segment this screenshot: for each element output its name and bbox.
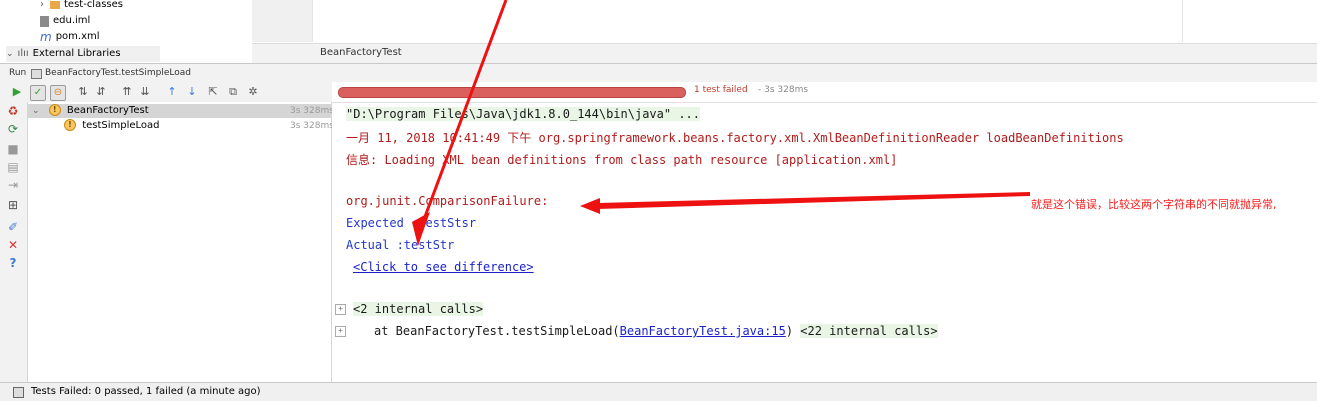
test-runner-toolbar: ▶ ✓ ⊝ ⇅ ⇵ ⇈ ⇊ ↑ ↓ ⇱ ⧉ ✲ (0, 82, 332, 103)
status-bar-text: Tests Failed: 0 passed, 1 failed (a minu… (31, 386, 261, 397)
run-tool-window-header: Run BeanFactoryTest.testSimpleLoad (0, 63, 1317, 83)
close-icon[interactable]: ✕ (6, 238, 20, 252)
exit-icon[interactable]: ⇥ (6, 178, 20, 192)
sort-duration-icon[interactable]: ⇵ (94, 85, 108, 99)
tree-item-pom-xml[interactable]: m pom.xml (40, 29, 100, 45)
test-progress-bar (338, 87, 686, 98)
import-icon[interactable]: ⧉ (226, 85, 240, 99)
editor-right-margin (1182, 0, 1183, 42)
show-passed-icon[interactable]: ✓ (30, 85, 46, 101)
test-progress-row: 1 test failed - 3s 328ms (332, 82, 1317, 103)
sort-alpha-icon[interactable]: ⇅ (76, 85, 90, 99)
source-location-link[interactable]: BeanFactoryTest.java:15 (620, 324, 786, 338)
folder-icon (50, 1, 60, 9)
chevron-right-icon[interactable]: › (40, 0, 44, 13)
chevron-down-icon[interactable]: ⌄ (6, 46, 14, 62)
settings-gear-icon[interactable]: ✲ (246, 85, 260, 99)
collapse-all-icon[interactable]: ⇊ (138, 85, 152, 99)
tree-item-edu-iml[interactable]: edu.iml (40, 13, 90, 29)
project-tree: › test-classes edu.iml m pom.xml ⌄ ılıı … (0, 0, 252, 63)
expand-fold-icon[interactable]: + (335, 326, 346, 337)
maven-icon: m (40, 30, 52, 44)
editor-gutter (252, 0, 313, 42)
expand-all-icon[interactable]: ⇈ (120, 85, 134, 99)
run-config-tab[interactable]: BeanFactoryTest.testSimpleLoad (45, 64, 191, 82)
tool-window-toggle-icon[interactable] (13, 387, 24, 398)
chevron-down-icon[interactable]: ⌄ (32, 106, 40, 116)
toggle-auto-test-icon[interactable]: ⟳ (6, 122, 20, 136)
test-tree-root[interactable]: ⌄ ! BeanFactoryTest (32, 104, 149, 118)
export-icon[interactable]: ⇱ (206, 85, 220, 99)
test-method-label: testSimpleLoad (82, 120, 160, 131)
expand-fold-icon[interactable]: + (335, 304, 346, 315)
console-line-exception: org.junit.ComparisonFailure: (346, 194, 549, 208)
stack-frame-text: at BeanFactoryTest.testSimpleLoad( (374, 324, 620, 338)
stack-internal-calls[interactable]: <22 internal calls> (800, 324, 938, 338)
show-ignored-icon[interactable]: ⊝ (50, 85, 66, 101)
status-bar: Tests Failed: 0 passed, 1 failed (a minu… (0, 382, 1317, 401)
stack-frame-close: ) (785, 324, 794, 338)
tree-item-external-libraries[interactable]: ⌄ ılıı External Libraries (6, 46, 160, 62)
tree-item-test-classes[interactable]: › test-classes (40, 0, 123, 13)
pin-icon[interactable]: ✐ (6, 220, 20, 234)
console-line-actual: Actual :testStr (346, 238, 455, 252)
console-line-command: "D:\Program Files\Java\jdk1.8.0_144\bin\… (346, 107, 701, 121)
tree-item-label: External Libraries (32, 48, 121, 59)
test-warning-icon: ! (48, 104, 61, 116)
console-line-expected: Expected :testStsr (346, 216, 477, 230)
rerun-icon[interactable]: ▶ (10, 85, 24, 99)
tree-item-label: edu.iml (53, 15, 91, 26)
test-status-time: - 3s 328ms (758, 85, 809, 95)
console-line-internal-calls[interactable]: <2 internal calls> (353, 302, 484, 316)
test-tree-method[interactable]: ! testSimpleLoad (64, 119, 160, 133)
tree-item-label: test-classes (64, 0, 123, 10)
test-warning-icon: ! (64, 119, 76, 131)
console-line-stack-frame: at BeanFactoryTest.testSimpleLoad(BeanFa… (374, 324, 938, 338)
editor-tab-label: BeanFactoryTest (320, 47, 402, 58)
run-side-toolbar: ♻ ⟳ ■ ▤ ⇥ ⊞ ✐ ✕ ? (0, 102, 28, 382)
console-line-log-date: 一月 11, 2018 10:41:49 下午 org.springframew… (346, 131, 1124, 145)
library-icon: ılıı (17, 48, 29, 59)
editor-breadcrumb[interactable]: BeanFactoryTest (252, 43, 1317, 64)
junit-icon (31, 69, 42, 79)
run-label: Run (9, 68, 27, 78)
test-status-text: 1 test failed (694, 85, 748, 95)
rerun-failed-icon[interactable]: ♻ (6, 104, 20, 118)
test-duration: 3s 328ms (290, 106, 334, 116)
previous-failed-icon[interactable]: ↑ (165, 85, 179, 99)
test-duration: 3s 328ms (290, 121, 334, 131)
test-results-tree: ⌄ ! BeanFactoryTest 3s 328ms ! testSimpl… (28, 102, 334, 382)
top-area: › test-classes edu.iml m pom.xml ⌄ ılıı … (0, 0, 1317, 64)
console-line-log-info: 信息: Loading XML bean definitions from cl… (346, 153, 898, 167)
help-icon[interactable]: ? (6, 256, 20, 270)
console-output[interactable]: "D:\Program Files\Java\jdk1.8.0_144\bin\… (332, 103, 1317, 382)
stop-icon[interactable]: ■ (6, 142, 20, 156)
dump-threads-icon[interactable]: ▤ (6, 160, 20, 174)
annotation-text: 就是这个错误，比较这两个字符串的不同就抛异常, (1031, 198, 1277, 211)
iml-file-icon (40, 15, 49, 27)
click-to-see-difference-link[interactable]: <Click to see difference> (353, 260, 534, 274)
test-class-label: BeanFactoryTest (66, 105, 149, 116)
layout-icon[interactable]: ⊞ (6, 198, 20, 212)
tree-item-label: pom.xml (55, 31, 100, 42)
next-failed-icon[interactable]: ↓ (185, 85, 199, 99)
